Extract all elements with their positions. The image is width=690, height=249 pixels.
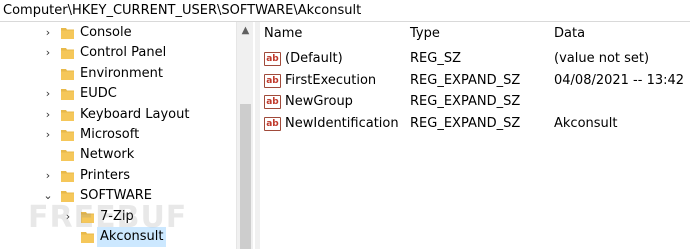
tree-item-keyboard-layout[interactable]: › Keyboard Layout <box>0 105 236 125</box>
tree-item-printers[interactable]: › Printers <box>0 166 236 186</box>
address-path: Computer\HKEY_CURRENT_USER\SOFTWARE\Akco… <box>3 3 362 18</box>
value-row[interactable]: ab FirstExecution REG_EXPAND_SZ 04/08/20… <box>260 70 690 92</box>
folder-icon <box>61 88 74 101</box>
tree-item-console[interactable]: › Console <box>0 23 236 43</box>
value-row[interactable]: ab NewIdentification REG_EXPAND_SZ Akcon… <box>260 113 690 135</box>
chevron-right-icon[interactable] <box>42 64 54 84</box>
value-type: REG_EXPAND_SZ <box>410 72 521 88</box>
chevron-right-icon[interactable]: › <box>42 105 54 125</box>
string-value-icon: ab <box>264 95 281 109</box>
folder-icon <box>61 47 74 60</box>
values-list[interactable]: Name Type Data ab (Default) REG_SZ (valu… <box>260 22 690 249</box>
tree-item-label: Control Panel <box>80 45 167 61</box>
column-header-name[interactable]: Name <box>264 22 302 46</box>
tree-item-label: Keyboard Layout <box>80 106 190 122</box>
chevron-right-icon[interactable]: › <box>42 43 54 63</box>
tree-item-environment[interactable]: Environment <box>0 64 236 84</box>
tree-item-label: Environment <box>80 65 164 81</box>
address-bar[interactable]: Computer\HKEY_CURRENT_USER\SOFTWARE\Akco… <box>0 0 690 22</box>
folder-icon <box>61 129 74 141</box>
scroll-thumb[interactable] <box>240 104 251 249</box>
chevron-right-icon[interactable]: › <box>42 84 54 104</box>
watermark: FREEBUF <box>28 200 188 235</box>
folder-icon <box>61 109 74 121</box>
string-value-icon: ab <box>264 52 281 66</box>
tree-item-control-panel[interactable]: › Control Panel <box>0 43 236 63</box>
tree-item-label: Console <box>80 25 132 40</box>
folder-icon <box>61 27 74 39</box>
value-name: NewIdentification <box>285 115 399 131</box>
value-row[interactable]: ab NewGroup REG_EXPAND_SZ <box>260 91 690 113</box>
value-row[interactable]: ab (Default) REG_SZ (value not set) <box>260 48 690 70</box>
value-data: Akconsult <box>554 115 618 131</box>
chevron-right-icon[interactable]: › <box>42 23 54 43</box>
value-data: 04/08/2021 -- 13:42 <box>554 72 685 88</box>
folder-icon <box>61 149 74 162</box>
string-value-icon: ab <box>264 73 281 88</box>
value-data: (value not set) <box>554 51 650 66</box>
column-header-data[interactable]: Data <box>554 22 585 46</box>
value-type: REG_EXPAND_SZ <box>410 115 521 131</box>
value-name: (Default) <box>285 51 343 66</box>
chevron-right-icon[interactable]: › <box>42 125 54 145</box>
scroll-up-arrow-icon[interactable]: ▲ <box>237 22 254 39</box>
tree-item-label: Microsoft <box>80 127 140 142</box>
tree-item-network[interactable]: Network <box>0 145 236 165</box>
tree-item-label: Printers <box>80 167 131 183</box>
value-type: REG_SZ <box>410 51 461 66</box>
value-name: FirstExecution <box>285 72 377 88</box>
folder-icon <box>61 170 74 182</box>
tree-item-microsoft[interactable]: › Microsoft <box>0 125 236 145</box>
value-type: REG_EXPAND_SZ <box>410 94 521 109</box>
string-value-icon: ab <box>264 116 281 131</box>
column-header-type[interactable]: Type <box>410 22 440 46</box>
tree-item-eudc[interactable]: › EUDC <box>0 84 236 104</box>
chevron-right-icon[interactable] <box>42 145 54 165</box>
chevron-right-icon[interactable]: › <box>42 166 54 186</box>
value-name: NewGroup <box>285 94 353 109</box>
tree-scrollbar[interactable]: ▲ <box>236 22 253 249</box>
tree-item-label: Network <box>80 147 135 163</box>
tree-item-label: EUDC <box>80 86 117 102</box>
folder-icon <box>61 68 74 80</box>
